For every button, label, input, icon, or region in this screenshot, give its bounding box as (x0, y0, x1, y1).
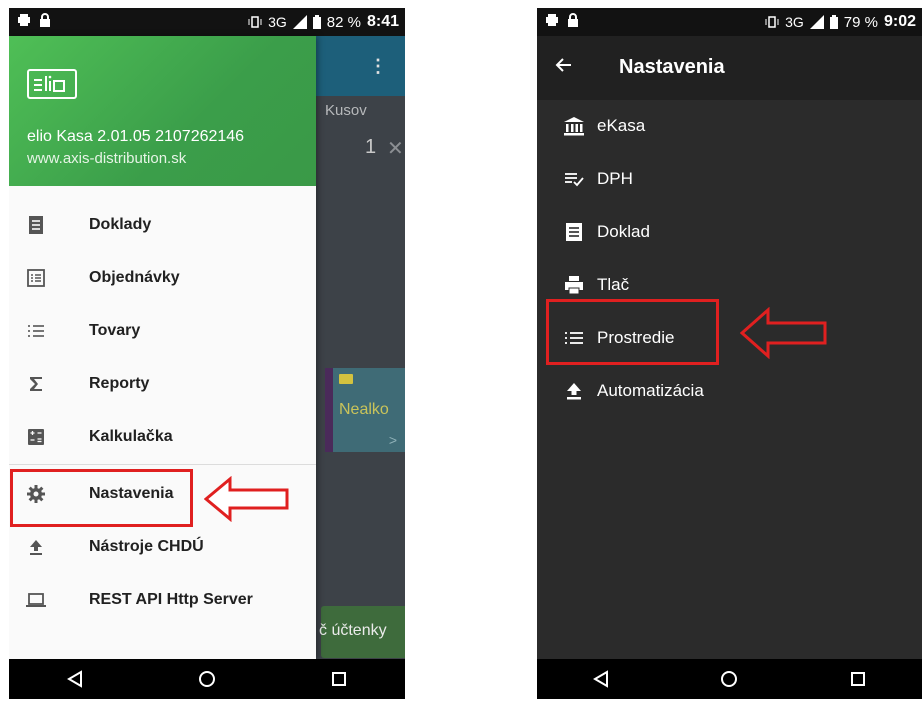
signal-icon (809, 15, 824, 29)
highlight-box-nastavenia (10, 469, 193, 527)
settings-item-label: DPH (597, 169, 633, 188)
receipt-button-label: č účtenky (319, 622, 387, 639)
drawer-item-reporty[interactable]: Reporty (9, 357, 316, 410)
printer-status-icon (18, 14, 30, 26)
order-list-icon (27, 269, 45, 287)
drawer-item-label: Nástroje CHDÚ (89, 537, 204, 555)
settings-item-dph[interactable]: DPH (537, 153, 922, 206)
drawer-item-kalkulacka[interactable]: Kalkulačka (9, 410, 316, 463)
back-nav-icon[interactable] (592, 670, 610, 688)
back-arrow-icon[interactable] (555, 56, 573, 74)
category-tile-nealko: Nealko > (333, 368, 405, 452)
status-bar: 3G 82 % 8:41 (9, 8, 405, 36)
clock: 8:41 (366, 13, 399, 30)
drawer-item-label: Tovary (89, 321, 141, 339)
lock-status-icon (40, 13, 50, 27)
receipt-button: č účtenky (319, 606, 405, 658)
settings-toolbar: Nastavenia (537, 36, 922, 100)
drawer-item-objednavky[interactable]: Objednávky (9, 251, 316, 304)
drawer-item-label: Kalkulačka (89, 427, 173, 445)
drawer-divider (9, 464, 316, 465)
drawer-item-rest-api[interactable]: REST API Http Server (9, 573, 316, 626)
playlist-check-icon (565, 173, 584, 187)
elio-logo (27, 69, 77, 99)
status-bar: 3G 79 % 9:02 (537, 8, 922, 36)
category-tile-label: Nealko (339, 401, 389, 418)
settings-item-ekasa[interactable]: eKasa (537, 100, 922, 153)
drawer-header: elio Kasa 2.01.05 2107262146 www.axis-di… (9, 36, 316, 186)
navigation-drawer: elio Kasa 2.01.05 2107262146 www.axis-di… (9, 36, 316, 659)
settings-item-label: Automatizácia (597, 381, 704, 400)
battery-icon (829, 15, 838, 29)
vibrate-icon (248, 16, 262, 28)
battery-level: 82 % (326, 13, 361, 31)
annotation-arrow-icon (204, 476, 289, 522)
app-website: www.axis-distribution.sk (27, 150, 187, 167)
clock: 9:02 (883, 13, 916, 30)
bank-icon (564, 117, 584, 136)
drawer-menu: Doklady Objednávky Tovary Reporty Kalkul… (9, 198, 316, 626)
battery-level: 79 % (843, 13, 878, 31)
settings-list: eKasa DPH Doklad Tlač Prostredie Automat… (537, 100, 922, 418)
home-nav-icon[interactable] (198, 670, 216, 688)
column-header-kusov: Kusov (325, 102, 367, 119)
network-type: 3G (268, 14, 287, 30)
category-tile-partial (325, 368, 333, 452)
settings-item-label: eKasa (597, 116, 646, 135)
android-nav-bar (537, 659, 922, 699)
drawer-item-label: Reporty (89, 374, 150, 392)
android-nav-bar (9, 659, 405, 699)
sigma-icon (30, 377, 42, 391)
upload-icon (30, 540, 42, 555)
drawer-item-label: REST API Http Server (89, 590, 253, 608)
chevron-right-icon: > (388, 432, 397, 448)
upload-icon (567, 383, 581, 400)
settings-item-label: Tlač (597, 275, 630, 294)
signal-icon (292, 15, 307, 29)
settings-item-label: Doklad (597, 222, 650, 241)
annotation-arrow-icon (740, 307, 827, 359)
folder-icon (339, 374, 353, 384)
receipt-icon (566, 223, 582, 241)
item-quantity: 1 (365, 136, 377, 158)
lock-status-icon (568, 13, 578, 27)
overflow-menu-icon: ⋮ (369, 56, 387, 76)
recents-nav-icon[interactable] (330, 670, 348, 688)
drawer-item-doklady[interactable]: Doklady (9, 198, 316, 251)
recents-nav-icon[interactable] (849, 670, 867, 688)
phone-screenshot-left: 3G 82 % 8:41 ⋮ Kusov 1 ✕ Nealko > č účte… (9, 8, 405, 699)
app-version: elio Kasa 2.01.05 2107262146 (27, 128, 245, 145)
receipt-list-icon (29, 216, 43, 234)
drawer-item-label: Doklady (89, 215, 152, 233)
remove-item-icon: ✕ (387, 138, 404, 160)
calculator-icon (28, 429, 44, 445)
home-nav-icon[interactable] (720, 670, 738, 688)
page-title: Nastavenia (619, 56, 725, 78)
list-icon (28, 325, 44, 337)
drawer-item-tovary[interactable]: Tovary (9, 304, 316, 357)
drawer-item-label: Objednávky (89, 268, 180, 286)
settings-item-doklad[interactable]: Doklad (537, 206, 922, 259)
settings-item-automatizacia[interactable]: Automatizácia (537, 365, 922, 418)
printer-status-icon (546, 14, 558, 26)
back-nav-icon[interactable] (66, 670, 84, 688)
drawer-item-nastroje-chdu[interactable]: Nástroje CHDÚ (9, 520, 316, 573)
printer-icon (565, 276, 583, 295)
laptop-icon (26, 593, 46, 607)
battery-icon (312, 15, 321, 29)
highlight-box-prostredie (546, 299, 719, 365)
vibrate-icon (765, 16, 779, 28)
network-type: 3G (785, 14, 804, 30)
